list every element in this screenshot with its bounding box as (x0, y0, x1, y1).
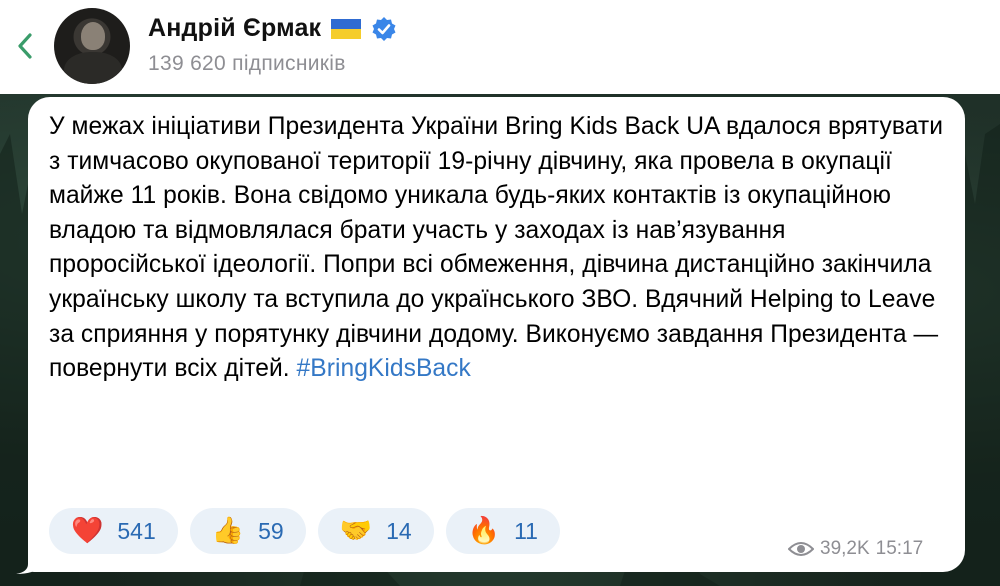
ukraine-flag-icon (331, 18, 362, 39)
back-button[interactable] (8, 26, 42, 66)
channel-title-row[interactable]: Андрій Єрмак (148, 14, 397, 43)
subscriber-count: 139 620 підписників (148, 52, 346, 75)
channel-header: Андрій Єрмак 139 620 підписників (0, 0, 1000, 94)
reaction-handshake[interactable]: 🤝 14 (317, 508, 434, 554)
fire-icon: 🔥 (467, 516, 501, 546)
hashtag-link[interactable]: #BringKidsBack (297, 355, 471, 382)
message-meta: 39,2K 15:17 (788, 538, 923, 560)
reactions-row: ❤️ 541 👍 59 🤝 14 🔥 11 (49, 508, 560, 554)
reaction-fire[interactable]: 🔥 11 (445, 508, 560, 554)
message-time: 15:17 (875, 538, 924, 559)
verified-badge-icon (372, 16, 396, 41)
reaction-heart[interactable]: ❤️ 541 (49, 508, 178, 554)
reaction-count: 14 (386, 517, 412, 544)
channel-avatar[interactable] (54, 8, 130, 84)
reaction-count: 541 (117, 517, 156, 544)
heart-icon: ❤️ (71, 516, 104, 546)
message-text: У межах ініціативи Президента України Br… (49, 110, 949, 387)
view-count: 39,2K (820, 538, 870, 559)
reaction-count: 59 (258, 517, 284, 544)
eye-icon (788, 542, 814, 556)
reaction-thumbs-up[interactable]: 👍 59 (189, 508, 306, 554)
reaction-count: 11 (514, 517, 538, 544)
channel-name: Андрій Єрмак (148, 14, 322, 42)
message-body: У межах ініціативи Президента України Br… (49, 113, 943, 383)
thumbs-up-icon: 👍 (211, 516, 245, 546)
handshake-icon: 🤝 (339, 516, 373, 546)
chevron-left-icon (18, 33, 32, 59)
